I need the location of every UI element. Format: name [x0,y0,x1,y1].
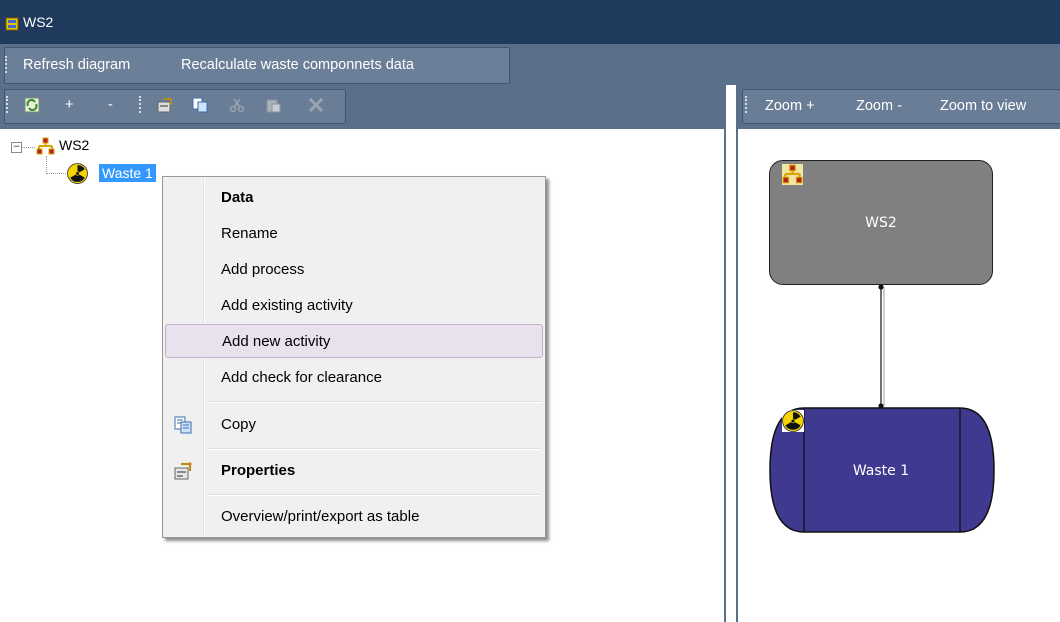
left-toolbar [4,89,346,124]
radiation-icon [782,410,804,432]
menu-separator [207,494,541,496]
menu-item-copy[interactable]: Copy [165,408,543,442]
splitter-edge [724,85,726,622]
zoom-to-view-button[interactable]: Zoom to view [940,98,1026,114]
refresh-diagram-menu[interactable]: Refresh diagram [23,57,130,73]
context-menu: Data Rename Add process Add existing act… [162,176,546,538]
app-icon [5,17,19,31]
copy-icon[interactable] [192,97,208,113]
menu-item-label: Copy [221,416,257,433]
paste-icon[interactable] [265,97,281,113]
radiation-icon [67,163,88,184]
properties-icon[interactable] [157,97,173,113]
menu-item-label: Add check for clearance [221,369,382,386]
refresh-icon[interactable] [24,97,40,113]
properties-icon [174,462,192,480]
expand-button[interactable]: + [65,97,73,113]
menu-item-add-check-for-clearance[interactable]: Add check for clearance [165,361,543,395]
menu-item-label: Add process [221,261,305,278]
menu-separator [207,401,541,403]
menu-item-add-process[interactable]: Add process [165,253,543,287]
menu-item-label: Rename [221,225,278,242]
tree-line [22,147,35,148]
collapse-toggle-icon[interactable]: − [11,142,22,153]
right-toolbar-grip[interactable] [745,96,750,113]
menu-item-overview-print-export[interactable]: Overview/print/export as table [165,500,543,534]
left-toolbar-grip-2[interactable] [139,96,144,113]
menu-item-properties[interactable]: Properties [165,454,543,488]
menu-item-label: Overview/print/export as table [221,508,420,525]
tree-line [46,156,47,174]
network-icon [782,164,803,185]
menu-item-add-existing-activity[interactable]: Add existing activity [165,289,543,323]
menu-separator [207,448,541,450]
window-title: WS2 [23,14,54,30]
menu-item-data[interactable]: Data [165,181,543,215]
menu-grip[interactable] [5,56,10,73]
cut-icon[interactable] [229,97,245,113]
menu-item-label: Add new activity [222,333,331,350]
delete-icon[interactable] [307,96,325,114]
diagram-node-label: Waste 1 [852,463,910,479]
menu-item-label: Properties [221,462,296,479]
zoom-out-button[interactable]: Zoom - [856,98,902,114]
tree-item-ws2[interactable]: WS2 [59,137,89,153]
collapse-button[interactable]: - [108,97,113,113]
connector-line [878,284,885,409]
left-toolbar-grip[interactable] [6,96,11,113]
tree-item-waste-1[interactable]: Waste 1 [99,164,156,182]
tree-line [46,173,66,174]
menu-item-add-new-activity[interactable]: Add new activity [165,324,543,358]
zoom-in-button[interactable]: Zoom + [765,98,815,114]
menu-item-label: Data [221,189,254,206]
menu-item-rename[interactable]: Rename [165,217,543,251]
diagram-node-label: WS2 [865,215,897,231]
network-icon [36,137,55,155]
menu-item-label: Add existing activity [221,297,353,314]
title-bar: WS2 [0,0,1060,44]
copy-icon [174,416,192,434]
recalculate-waste-menu[interactable]: Recalculate waste componnets data [181,57,414,73]
